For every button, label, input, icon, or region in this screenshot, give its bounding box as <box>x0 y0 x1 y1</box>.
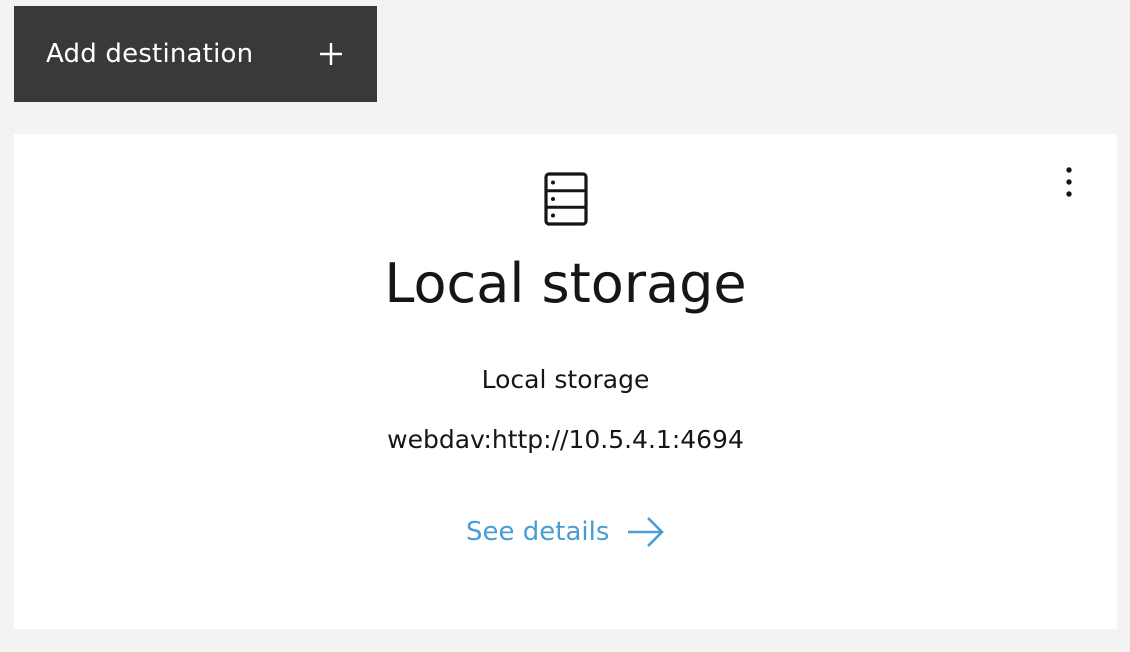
see-details-label: See details <box>466 517 610 547</box>
server-rack-icon <box>544 172 588 226</box>
storage-type-label: Local storage <box>481 365 650 394</box>
overflow-menu-vertical-icon[interactable] <box>1054 166 1084 198</box>
see-details-link[interactable]: See details <box>466 516 665 548</box>
arrow-right-icon <box>628 517 665 547</box>
add-destination-label: Add destination <box>46 39 254 69</box>
card-title: Local storage <box>384 252 747 315</box>
storage-address: webdav:http://10.5.4.1:4694 <box>387 425 744 454</box>
destination-card: Local storage Local storage webdav:http:… <box>14 134 1117 629</box>
plus-icon <box>320 43 342 65</box>
add-destination-button[interactable]: Add destination <box>14 6 377 102</box>
